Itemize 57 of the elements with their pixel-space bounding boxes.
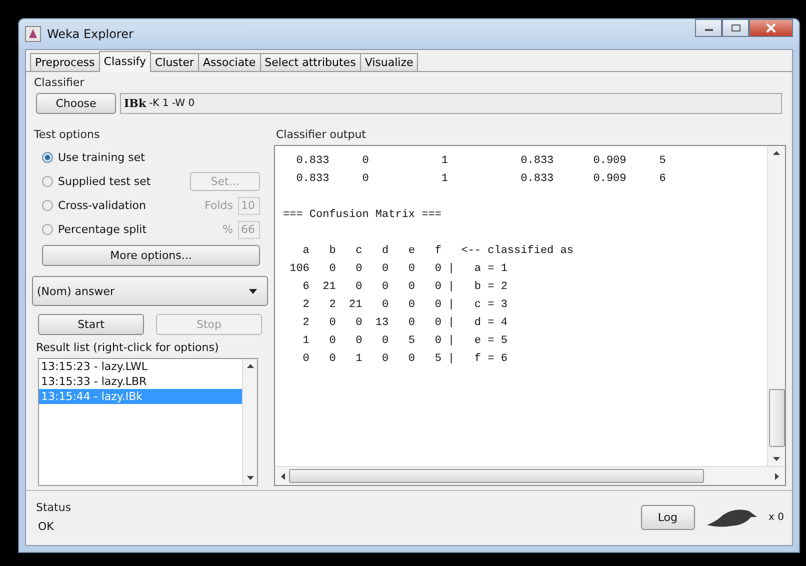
section-title: Classifier	[33, 75, 86, 91]
scroll-thumb[interactable]	[289, 469, 704, 483]
class-dropdown[interactable]: (Nom) answer	[32, 276, 268, 306]
maximize-button[interactable]	[722, 19, 749, 37]
status-text: OK	[37, 519, 55, 535]
tab[interactable]: Associate	[198, 53, 261, 71]
more-options-button[interactable]: More options...	[42, 245, 260, 266]
close-icon	[766, 23, 776, 33]
tab[interactable]: Preprocess	[30, 53, 100, 71]
start-button[interactable]: Start	[38, 314, 144, 335]
classifier-field[interactable]: IBk -K 1 -W 0	[120, 93, 782, 114]
left-arrow-icon	[281, 472, 285, 480]
result-list-title: Result list (right-click for options)	[35, 340, 220, 356]
output-line: 0.833 0 1 0.833 0.909 5	[295, 154, 667, 169]
field-label: Folds	[204, 199, 233, 212]
output-line: 0 0 1 0 0 5 | f = 6	[302, 352, 508, 367]
horizontal-scrollbar[interactable]	[275, 466, 785, 485]
tab[interactable]: Classify	[98, 51, 151, 72]
scrollbar[interactable]	[242, 359, 257, 485]
section-title: Test options	[33, 127, 101, 143]
output-line: 0.833 0 1 0.833 0.909 6	[295, 172, 667, 187]
tab[interactable]: Select attributes	[260, 53, 361, 71]
output-line: 1 0 0 0 5 0 | e = 5	[302, 334, 508, 349]
caret-icon	[249, 288, 257, 294]
option-label: Percentage split	[58, 223, 148, 236]
down-arrow-icon	[246, 476, 254, 480]
close-button[interactable]	[749, 19, 793, 37]
section-title: Status	[35, 500, 72, 516]
option-label: Use training set	[58, 151, 146, 164]
choose-button[interactable]: Choose	[36, 93, 116, 114]
result-item[interactable]: 13:15:33 - lazy.LBR	[39, 374, 242, 389]
radio-button[interactable]	[42, 152, 53, 163]
tab[interactable]: Visualize	[360, 53, 418, 71]
option-label: Supplied test set	[58, 175, 152, 188]
up-arrow-icon	[773, 151, 780, 155]
window-title: Weka Explorer	[47, 27, 134, 41]
result-item[interactable]: 13:15:23 - lazy.LWL	[39, 359, 242, 374]
log-button[interactable]: Log	[640, 504, 695, 530]
output-line: 2 0 0 13 0 0 | d = 4	[302, 316, 508, 331]
field-label: %	[222, 223, 233, 236]
option-label: Cross-validation	[58, 199, 147, 212]
app-icon	[25, 26, 41, 42]
scroll-thumb[interactable]	[768, 389, 784, 447]
vertical-scrollbar[interactable]	[767, 146, 785, 466]
task-count: x 0	[768, 512, 784, 522]
maximize-icon	[730, 24, 740, 32]
minimize-button[interactable]	[695, 19, 722, 37]
output-line: 106 0 0 0 0 0 | a = 1	[288, 262, 508, 277]
output-line: 6 21 0 0 0 0 | b = 2	[302, 280, 508, 295]
up-arrow-icon	[246, 364, 254, 368]
output-line: a b c d e f <-- classified as	[302, 244, 574, 259]
section-title: Classifier output	[275, 127, 367, 143]
tab[interactable]: Cluster	[150, 53, 199, 71]
output-line: === Confusion Matrix ===	[283, 208, 442, 223]
down-arrow-icon	[773, 457, 780, 461]
right-arrow-icon	[775, 472, 779, 480]
output-line: 2 2 21 0 0 0 | c = 3	[302, 298, 508, 313]
